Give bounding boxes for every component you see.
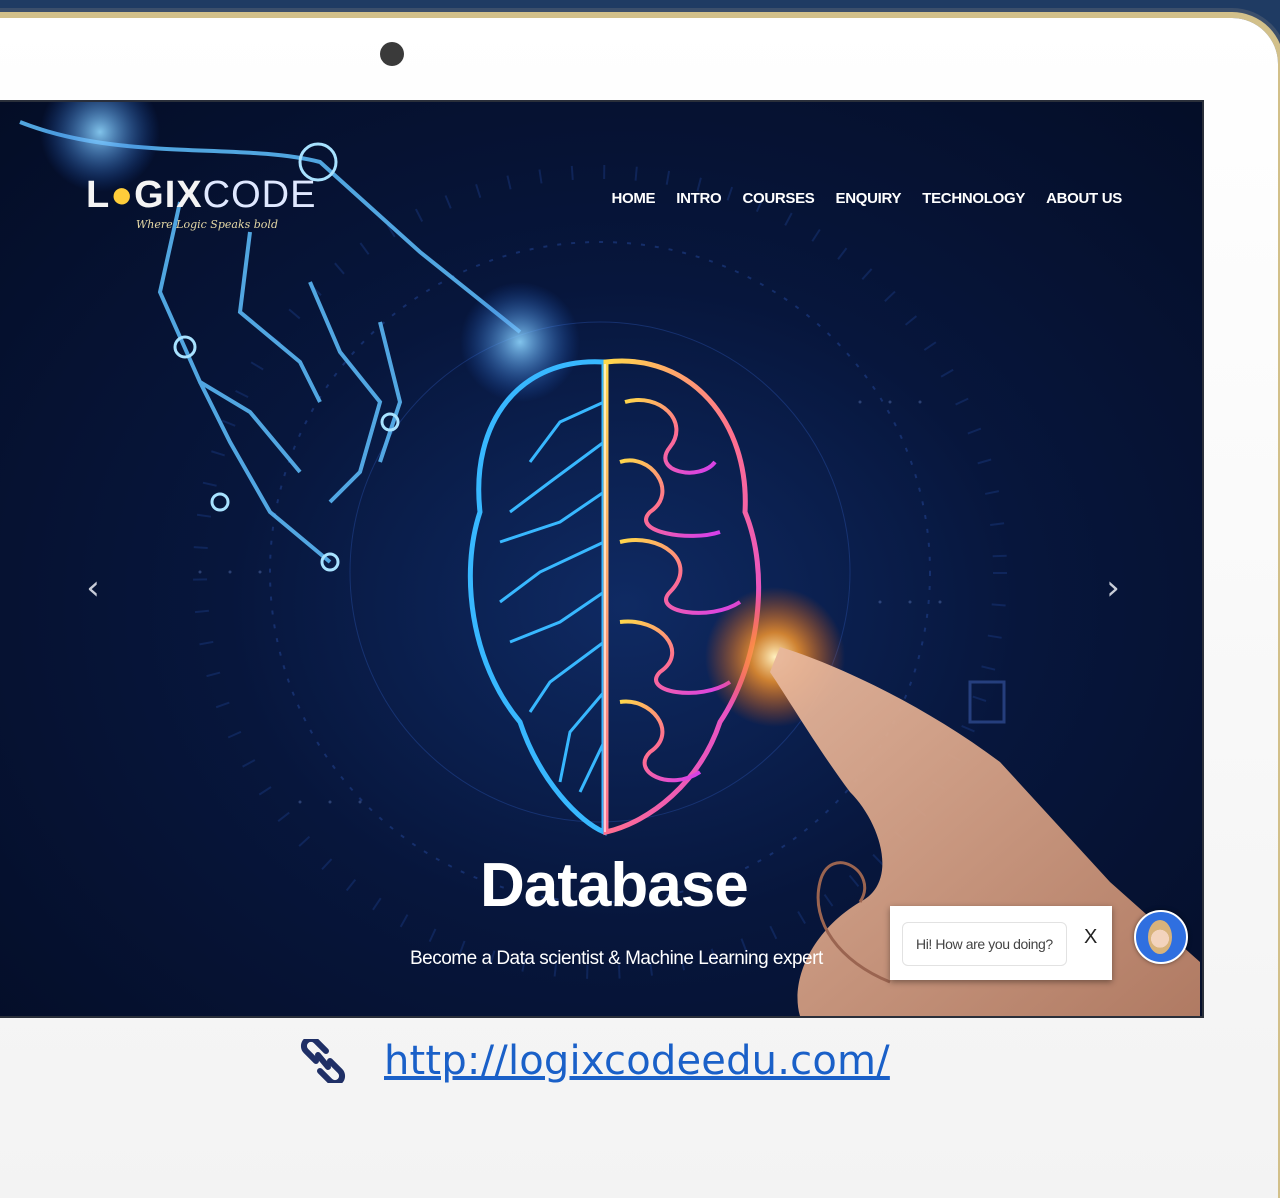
carousel-next-icon[interactable]: › [1098,570,1128,606]
chat-close-button[interactable]: X [1084,926,1097,949]
logo-text-bold: GIX [134,174,203,216]
website-screen: L●GIXCODE Where Logic Speaks bold HOME I… [0,100,1204,1018]
logo-tagline: Where Logic Speaks bold [136,218,278,231]
link-icon [300,1039,346,1083]
nav-technology[interactable]: TECHNOLOGY [922,190,1025,207]
avatar-face-icon [1148,920,1172,954]
logo-text-light: CODE [202,174,317,216]
nav-intro[interactable]: INTRO [676,190,721,207]
hero-subtitle: Become a Data scientist & Machine Learni… [410,948,823,969]
chat-popup: Hi! How are you doing? X [890,906,1112,980]
lightbulb-icon: ● [110,174,135,216]
nav-courses[interactable]: COURSES [742,190,814,207]
site-logo[interactable]: L●GIXCODE Where Logic Speaks bold [86,174,316,234]
website-link-row: http://logixcodeedu.com/ [296,1038,890,1084]
carousel-prev-icon[interactable]: ‹ [78,570,108,606]
nav-about-us[interactable]: ABOUT US [1046,190,1122,207]
logo-letter: L [86,174,111,216]
chat-message[interactable]: Hi! How are you doing? [902,922,1067,966]
website-url-link[interactable]: http://logixcodeedu.com/ [384,1038,890,1084]
nav-home[interactable]: HOME [611,190,655,207]
main-navigation: HOME INTRO COURSES ENQUIRY TECHNOLOGY AB… [611,190,1122,207]
nav-enquiry[interactable]: ENQUIRY [836,190,902,207]
webcam-dot [380,42,404,66]
chat-avatar-button[interactable] [1134,910,1188,964]
hero-title: Database [480,851,749,920]
